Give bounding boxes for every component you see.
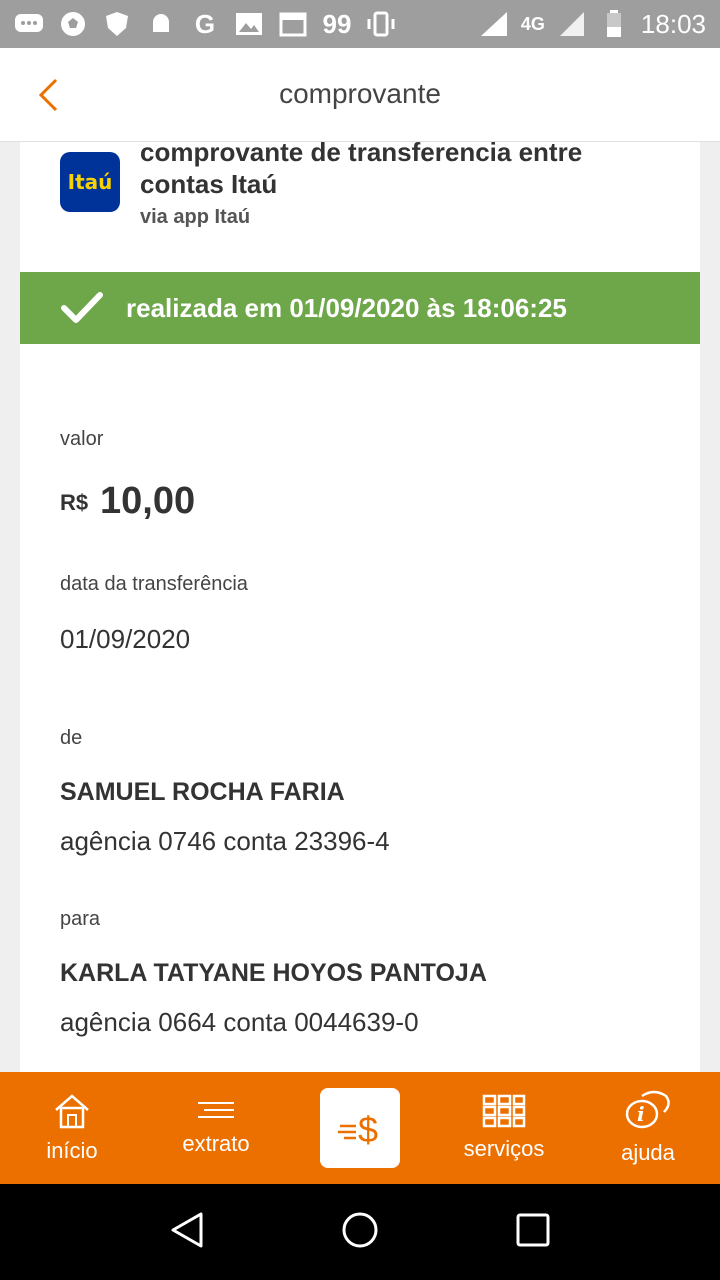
receipt-scroll-area[interactable]: Itaú comprovante de transferencia entre … — [0, 142, 720, 1072]
status-text: realizada em 01/09/2020 às 18:06:25 — [126, 292, 567, 323]
vibrate-icon — [366, 9, 396, 39]
system-back-button[interactable] — [167, 1210, 207, 1255]
to-account: agência 0664 conta 0044639-0 — [60, 1007, 419, 1037]
status-banner: realizada em 01/09/2020 às 18:06:25 — [20, 272, 700, 344]
system-recents-button[interactable] — [513, 1210, 553, 1255]
home-icon — [55, 1094, 89, 1129]
transfer-button[interactable]: $ — [320, 1088, 400, 1168]
system-nav-bar — [0, 1184, 720, 1280]
date-value: 01/09/2020 — [60, 624, 191, 654]
to-label: para — [60, 908, 101, 930]
soccer-icon — [58, 9, 88, 39]
network-type: 4G — [520, 13, 545, 34]
shield-icon — [102, 9, 132, 39]
svg-text:i: i — [637, 1102, 645, 1126]
chat-icon — [14, 9, 44, 39]
status-bar: G 99 4G 18:03 — [0, 0, 720, 48]
nav-home[interactable]: início — [0, 1072, 144, 1184]
from-account: agência 0746 conta 23396-4 — [60, 826, 390, 856]
clock: 18:03 — [640, 8, 706, 39]
nav-services[interactable]: serviços — [432, 1072, 576, 1184]
nav-statement[interactable]: extrato — [144, 1072, 288, 1184]
itau-logo: Itaú — [60, 152, 120, 212]
checkmark-icon — [61, 292, 103, 323]
system-home-button[interactable] — [340, 1210, 380, 1255]
from-label: de — [60, 727, 83, 749]
app-99-icon: 99 — [322, 8, 352, 39]
wifi-signal-icon — [479, 9, 509, 39]
receipt-card: Itaú comprovante de transferencia entre … — [20, 142, 700, 1072]
nav-help[interactable]: i ajuda — [576, 1072, 720, 1184]
battery-icon — [599, 9, 629, 39]
bottom-nav: início extrato $ serviços i ajuda — [0, 1072, 720, 1184]
currency-symbol: R$ — [60, 490, 89, 515]
google-icon: G — [194, 8, 216, 39]
nav-statement-label: extrato — [182, 1131, 250, 1156]
date-label: data da transferência — [60, 573, 248, 595]
nav-services-label: serviços — [463, 1136, 545, 1161]
circle-home-icon — [342, 1212, 378, 1247]
money-transfer-icon: $ — [338, 1109, 378, 1150]
nav-home-label: início — [46, 1138, 98, 1163]
itau-logo-text: Itaú — [67, 170, 113, 194]
app-header: comprovante — [0, 48, 720, 142]
square-recents-icon — [516, 1213, 550, 1246]
help-chat-icon: i — [625, 1090, 670, 1129]
receipt-subtitle: via app Itaú — [140, 206, 251, 228]
from-name: SAMUEL ROCHA FARIA — [60, 778, 345, 806]
nav-help-label: ajuda — [621, 1140, 675, 1165]
receipt-title: comprovante de transferencia entre conta… — [140, 142, 583, 199]
statement-icon — [198, 1102, 234, 1118]
to-name: KARLA TATYANE HOYOS PANTOJA — [60, 959, 487, 987]
android-icon — [146, 9, 176, 39]
svg-text:$: $ — [358, 1109, 378, 1150]
triangle-back-icon — [171, 1212, 203, 1247]
page-title: comprovante — [279, 78, 441, 109]
amount-value: 10,00 — [100, 480, 196, 522]
grid-icon — [482, 1094, 526, 1128]
nav-transfer[interactable]: $ — [288, 1072, 432, 1184]
cell-signal-icon — [557, 9, 587, 39]
image-icon — [234, 9, 264, 39]
calendar-icon — [278, 9, 308, 39]
value-label: valor — [60, 428, 104, 450]
